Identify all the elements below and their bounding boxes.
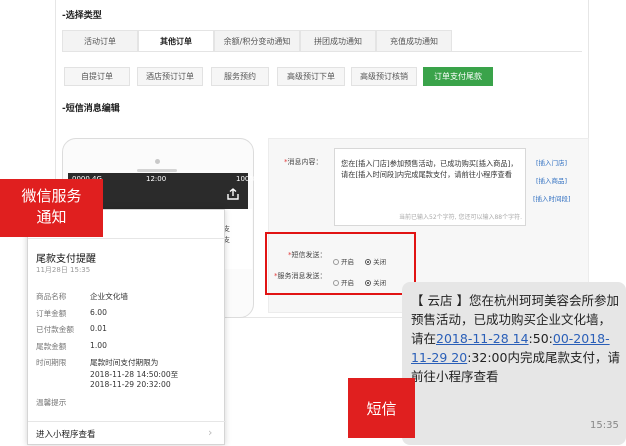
subtab-pickup-order[interactable]: 自提订单 [64, 67, 130, 86]
sms-message-text: 【 云店 】您在杭州珂珂美容会所参加预售活动，已成功购买企业文化墙，请在2018… [411, 293, 620, 384]
card-row-product: 商品名称 企业文化墙 [36, 292, 128, 301]
enter-mini-program-label: 进入小程序查看 [36, 430, 96, 440]
sms-overlay-label: 短信 [348, 378, 415, 438]
enter-mini-program-link[interactable]: 进入小程序查看 › [28, 422, 226, 446]
insert-product-link[interactable]: [插入商品] [536, 175, 567, 185]
tab-group-success[interactable]: 拼团成功通知 [300, 30, 376, 52]
phone-speaker [137, 169, 177, 172]
battery-text: 100% [236, 175, 257, 183]
subtab-final-payment[interactable]: 订单支付尾款 [423, 67, 493, 86]
card-row-final-amount: 尾款金额 1.00 [36, 341, 107, 351]
share-icon [226, 187, 240, 201]
send-options-highlight [265, 232, 416, 295]
card-title: 尾款支付提醒 [36, 254, 96, 265]
message-content-label: *消息内容： [284, 158, 323, 166]
wechat-service-label-text: 微信服务通知 [21, 187, 82, 226]
wechat-service-overlay-label: 微信服务通知 [0, 179, 103, 237]
wechat-notification-card: 所 尾款支付提醒 11月28日 15:35 商品名称企业文化墙 订单金额6.00… [27, 209, 226, 446]
tabs-divider [62, 51, 582, 52]
select-type-title: -选择类型 [62, 11, 102, 21]
sms-edit-title: -短信消息编辑 [62, 104, 120, 114]
subtab-service-booking[interactable]: 服务预约 [211, 67, 269, 86]
clock-text: 12:00 [146, 175, 167, 183]
card-row-deadline: 时间期限 尾款时间支付期限为 [36, 358, 159, 367]
char-counter: 当前已输入52个字符, 您还可以输入88个字符. [399, 214, 522, 221]
card-deadline-end: 2018-11-29 20:32:00 [90, 380, 171, 389]
phone-camera-dot [155, 159, 160, 164]
card-row-paid-amount: 已付款金额 0.01 [36, 324, 107, 334]
card-hint-label: 温馨提示 [36, 398, 67, 407]
subtab-hotel-order[interactable]: 酒店预订订单 [137, 67, 203, 86]
subtab-advanced-booking[interactable]: 高级预订下单 [277, 67, 345, 86]
tab-recharge-success[interactable]: 充值成功通知 [376, 30, 452, 52]
tab-other-orders[interactable]: 其他订单 [138, 30, 214, 52]
insert-timespan-link[interactable]: [插入时间段] [533, 193, 571, 203]
card-header-divider [28, 238, 226, 239]
card-row-order-amount: 订单金额 6.00 [36, 308, 107, 318]
tab-activity-orders[interactable]: 活动订单 [62, 30, 138, 52]
sms-time: 15:35 [590, 420, 619, 431]
order-type-tabs: 活动订单 其他订单 余额/积分变动通知 拼团成功通知 充值成功通知 [62, 30, 462, 52]
subtab-advanced-verify[interactable]: 高级预订核销 [351, 67, 417, 86]
card-deadline-start: 2018-11-28 14:50:00至 [90, 370, 179, 379]
sms-date-link-1[interactable]: 2018-11-28 14 [436, 331, 529, 346]
insert-store-link[interactable]: [插入门店] [536, 157, 567, 167]
chevron-right-icon: › [208, 426, 213, 439]
tab-balance-points[interactable]: 余额/积分变动通知 [214, 30, 300, 52]
card-date: 11月28日 15:35 [36, 266, 91, 274]
